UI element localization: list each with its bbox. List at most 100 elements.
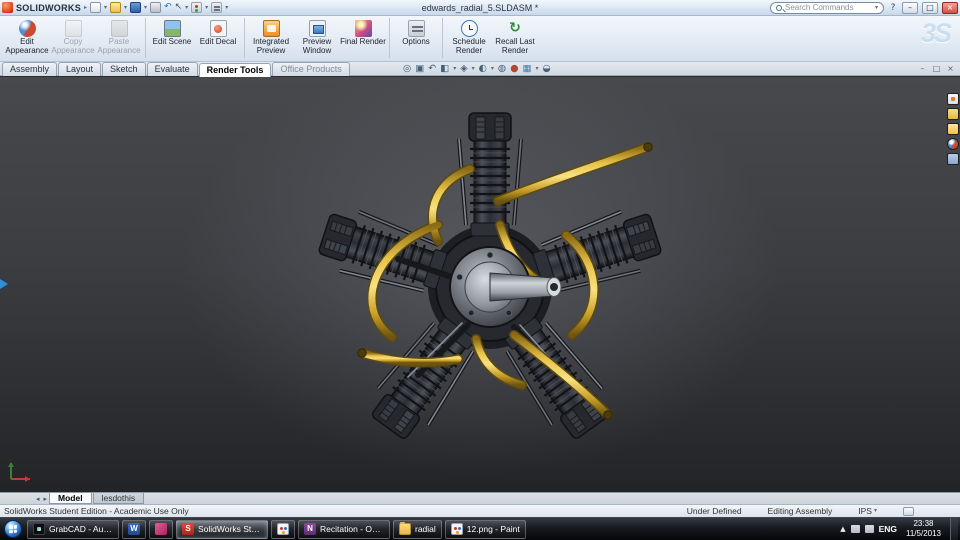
file-explorer-icon[interactable]	[947, 123, 959, 135]
edit-scene-button[interactable]: Edit Scene	[149, 17, 195, 60]
orientation-triad	[8, 462, 30, 482]
display-style-icon[interactable]: ◐	[479, 63, 487, 75]
undo-icon[interactable]: ↶	[164, 2, 172, 13]
tab-render-tools[interactable]: Render Tools	[198, 63, 272, 77]
edit-decal-button[interactable]: Edit Decal	[195, 17, 241, 60]
custom-properties-icon[interactable]	[947, 153, 959, 165]
open-icon[interactable]	[110, 2, 122, 13]
sheet-tab-prev-icon[interactable]: ◂	[34, 495, 42, 503]
taskpane-resources-icon[interactable]	[947, 93, 959, 105]
rebuild-caret-icon[interactable]: ▾	[205, 4, 208, 11]
search-caret-icon[interactable]: ▾	[875, 4, 878, 11]
maximize-button[interactable]: □	[922, 1, 938, 14]
taskbar-button-onenote[interactable]: N Recitation - One...	[298, 519, 390, 539]
zoom-area-icon[interactable]: ▣	[415, 63, 424, 75]
motion-study-tab[interactable]: lesdothis	[92, 493, 145, 504]
select-icon[interactable]: ↖	[175, 2, 183, 13]
viewport-minimize-button[interactable]: –	[917, 63, 928, 74]
tab-sketch[interactable]: Sketch	[102, 62, 146, 76]
previous-view-icon[interactable]: ↶	[428, 63, 436, 75]
tab-evaluate[interactable]: Evaluate	[146, 62, 198, 76]
dassault-systemes-logo: 3S	[920, 18, 952, 48]
integrated-preview-button[interactable]: Integrated Preview	[248, 17, 294, 60]
schedule-render-button[interactable]: Schedule Render	[446, 17, 492, 60]
sheet-tab-next-icon[interactable]: ▸	[42, 495, 50, 503]
start-button[interactable]	[4, 520, 22, 538]
edit-appearance-viewport-icon[interactable]: ●	[510, 63, 518, 75]
command-manager-ribbon: Edit Appearance Copy Appearance Paste Ap…	[0, 16, 960, 62]
open-caret-icon[interactable]: ▾	[124, 4, 127, 11]
taskbar-button-solidworks[interactable]: S SolidWorks Stud...	[176, 519, 268, 539]
appearances-icon[interactable]	[947, 138, 959, 150]
zoom-fit-icon[interactable]: ◎	[403, 63, 411, 75]
clock[interactable]: 23:38 11/5/2013	[902, 519, 945, 538]
close-button[interactable]: ×	[942, 1, 958, 14]
taskbar-button-radial-folder[interactable]: radial	[393, 519, 442, 539]
recall-last-render-button[interactable]: ↻ Recall Last Render	[492, 17, 538, 60]
edit-appearance-button[interactable]: Edit Appearance	[4, 17, 50, 60]
edit-scene-icon	[163, 20, 181, 37]
hidden-icons-arrow[interactable]: ▲	[840, 525, 845, 533]
preview-window-button[interactable]: Preview Window	[294, 17, 340, 60]
orientation-caret-icon[interactable]: ▾	[472, 66, 475, 72]
save-icon[interactable]	[130, 2, 142, 13]
taskbar-button-grabcad[interactable]: GrabCAD - Aurora	[27, 519, 119, 539]
expand-panel-arrow-icon[interactable]	[0, 279, 8, 289]
final-render-button[interactable]: Final Render	[340, 17, 386, 60]
apply-scene-icon[interactable]: ▦	[522, 63, 531, 75]
show-desktop-button[interactable]	[950, 518, 958, 540]
new-caret-icon[interactable]: ▾	[104, 4, 107, 11]
paste-appearance-button[interactable]: Paste Appearance	[96, 17, 142, 60]
command-tab-row: Assembly Layout Sketch Evaluate Render T…	[0, 62, 960, 77]
scene-caret-icon[interactable]: ▾	[535, 66, 538, 72]
schedule-render-icon	[460, 20, 478, 37]
ribbon-button-label: Recall Last Render	[495, 37, 535, 55]
select-caret-icon[interactable]: ▾	[185, 4, 188, 11]
word-icon-letter: W	[130, 524, 138, 533]
help-icon[interactable]: ?	[888, 3, 898, 13]
paint-icon	[450, 523, 463, 535]
taskbar-button-paint-12png[interactable]: 12.png - Paint	[444, 519, 526, 539]
quick-tips-icon[interactable]	[903, 506, 914, 516]
tab-assembly[interactable]: Assembly	[2, 62, 58, 76]
view-settings-icon[interactable]: ◒	[542, 63, 550, 75]
hide-show-icon[interactable]: ◍	[498, 63, 506, 75]
taskbar-button-word[interactable]: W	[122, 519, 146, 539]
print-icon[interactable]	[150, 2, 162, 13]
view-orientation-icon[interactable]: ◈	[460, 63, 467, 75]
language-indicator[interactable]: ENG	[879, 524, 897, 534]
final-render-icon	[354, 20, 372, 37]
options-button[interactable]: Options	[393, 17, 439, 60]
viewport-close-button[interactable]: ×	[945, 63, 956, 74]
taskbar-button-paint-pinned[interactable]	[271, 519, 295, 539]
status-bar: SolidWorks Student Edition - Academic Us…	[0, 504, 960, 517]
document-title: edwards_radial_5.SLDASM *	[421, 2, 539, 13]
solidworks-icon-letter: S	[185, 524, 191, 533]
section-view-icon[interactable]: ◧	[440, 63, 449, 75]
design-library-icon[interactable]	[947, 108, 959, 120]
section-caret-icon[interactable]: ▾	[453, 66, 456, 72]
search-commands-box[interactable]: Search Commands ▾	[770, 1, 884, 14]
action-center-icon[interactable]	[850, 525, 860, 533]
tab-office-products[interactable]: Office Products	[272, 62, 350, 76]
tab-layout[interactable]: Layout	[58, 62, 102, 76]
new-document-icon[interactable]	[90, 2, 102, 13]
units-selector[interactable]: IPS ▾	[858, 506, 877, 516]
display-style-caret-icon[interactable]: ▾	[491, 66, 494, 72]
windows-taskbar: GrabCAD - Aurora W S SolidWorks Stud... …	[0, 517, 960, 540]
network-icon[interactable]	[864, 525, 874, 533]
options-gear-icon[interactable]	[211, 2, 223, 13]
graphics-area[interactable]	[0, 77, 960, 492]
taskbar-button-app[interactable]	[149, 519, 173, 539]
viewport-restore-button[interactable]: □	[931, 63, 942, 74]
search-placeholder: Search Commands	[785, 3, 854, 12]
rebuild-icon[interactable]	[191, 2, 203, 13]
menu-expand-arrow-icon[interactable]: ▸	[84, 4, 87, 11]
copy-appearance-button[interactable]: Copy Appearance	[50, 17, 96, 60]
ribbon-button-label: Preview Window	[302, 37, 332, 55]
save-caret-icon[interactable]: ▾	[144, 4, 147, 11]
minimize-button[interactable]: –	[902, 1, 918, 14]
model-tab[interactable]: Model	[49, 493, 92, 504]
ribbon-button-label: Copy Appearance	[51, 37, 95, 55]
options-caret-icon[interactable]: ▾	[225, 4, 228, 11]
